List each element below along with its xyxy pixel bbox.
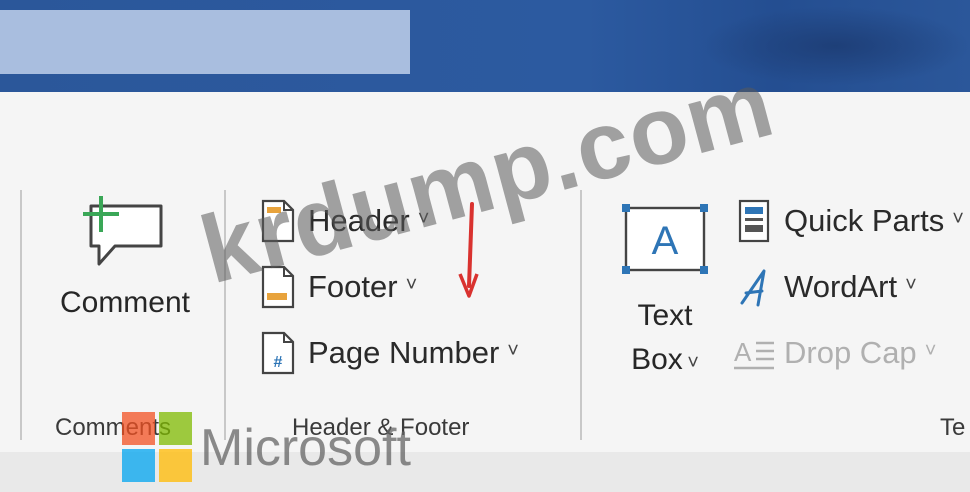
red-arrow-annotation (458, 202, 479, 298)
chevron-down-icon: ˅ (507, 339, 519, 362)
quick-parts-label: Quick Parts (784, 203, 945, 238)
microsoft-watermark-text: Microsoft (200, 419, 411, 477)
svg-text:A: A (734, 337, 752, 367)
group-separator (580, 190, 582, 440)
comment-button[interactable]: Comment (40, 192, 210, 352)
svg-text:#: # (274, 354, 283, 371)
chevron-down-icon: ˅ (905, 273, 917, 296)
quick-parts-icon (738, 199, 770, 243)
group-separator (20, 190, 22, 440)
text-box-label-line2: Box (631, 343, 683, 376)
wordart-label: WordArt (784, 269, 898, 304)
page-number-button[interactable]: # Page Number ˅ (260, 328, 519, 378)
header-button[interactable]: Header ˅ (260, 196, 429, 246)
chevron-down-icon: ˅ (952, 207, 964, 230)
drop-cap-button[interactable]: A Drop Cap ˅ (732, 328, 936, 378)
svg-text:A: A (652, 219, 679, 263)
text-box-icon: A (622, 204, 708, 274)
chevron-down-icon: ˅ (417, 207, 430, 230)
chevron-down-icon: ˅ (405, 273, 418, 296)
chevron-down-icon: ˅ (924, 339, 937, 362)
ribbon-insert-tab: Comment Comments Header ˅ Footer ˅ # Pag… (0, 92, 970, 452)
wordart-icon (740, 269, 766, 307)
text-box-button[interactable]: A Text Box ˅ (610, 202, 720, 382)
drop-cap-label: Drop Cap (784, 335, 917, 370)
chevron-down-icon: ˅ (687, 352, 699, 374)
text-group-label: Te (940, 414, 966, 441)
footer-icon (261, 265, 295, 309)
page-number-label: Page Number (308, 335, 500, 370)
wordart-button[interactable]: WordArt ˅ (736, 262, 917, 312)
footer-label: Footer (308, 269, 398, 304)
group-separator (224, 190, 226, 440)
comment-label: Comment (59, 286, 191, 319)
new-comment-icon (83, 196, 163, 266)
drop-cap-icon: A (734, 337, 774, 370)
search-box[interactable] (0, 10, 410, 74)
header-label: Header (308, 203, 410, 238)
quick-parts-button[interactable]: Quick Parts ˅ (736, 196, 964, 246)
text-box-label-line1: Text (637, 299, 693, 332)
microsoft-logo-icon (122, 412, 194, 484)
page-number-icon: # (261, 331, 295, 375)
footer-button[interactable]: Footer ˅ (260, 262, 417, 312)
title-bar (0, 0, 970, 92)
title-bar-shade (700, 6, 970, 86)
header-icon (261, 199, 295, 243)
